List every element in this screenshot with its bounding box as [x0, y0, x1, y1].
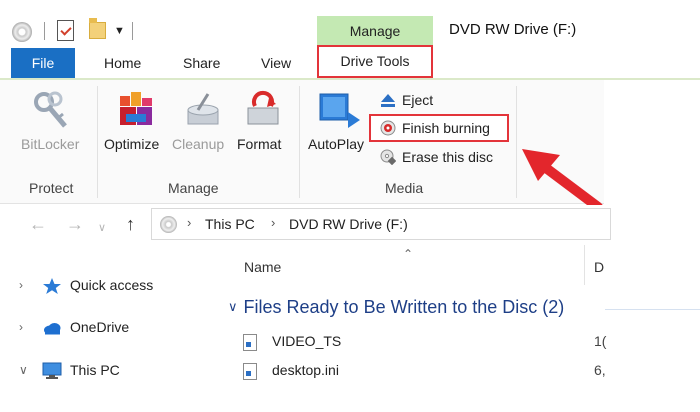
eject-icon	[381, 94, 395, 107]
breadcrumb-this-pc[interactable]: This PC	[205, 216, 255, 232]
tab-home[interactable]: Home	[104, 48, 141, 78]
group-collapse-chevron-icon[interactable]: ∨	[228, 299, 238, 315]
red-arrow-annotation	[522, 149, 603, 212]
recent-locations-chevron-icon[interactable]: ∨	[98, 219, 106, 237]
file-date: 1(	[594, 333, 607, 349]
tab-drive-tools[interactable]: Drive Tools	[317, 45, 433, 78]
list-item[interactable]: VIDEO_TS 1(	[220, 331, 700, 355]
drive-icon	[160, 216, 177, 233]
file-name: VIDEO_TS	[272, 333, 342, 349]
navigation-bar: ← → ∨ ↑ › This PC › DVD RW Drive (F:)	[0, 205, 700, 245]
list-item[interactable]: desktop.ini 6,	[220, 360, 700, 384]
group-header-label: Files Ready to Be Written to the Disc (2…	[243, 297, 565, 317]
qat-separator	[44, 22, 45, 40]
tab-share[interactable]: Share	[183, 48, 220, 78]
up-arrow-icon[interactable]: ↑	[126, 215, 135, 233]
new-folder-icon[interactable]	[89, 18, 106, 39]
erase-disc-label: Erase this disc	[402, 149, 494, 165]
group-manage-label: Manage	[168, 180, 219, 196]
bitlocker-label: BitLocker	[21, 136, 80, 152]
navigation-pane: › Quick access › OneDrive ∨ This PC	[0, 245, 220, 412]
optimize-icon	[120, 92, 152, 125]
group-divider	[97, 86, 98, 198]
finish-burning-label: Finish burning	[402, 120, 490, 136]
nav-item-label: This PC	[70, 362, 120, 378]
forward-arrow-icon[interactable]: →	[66, 215, 84, 233]
nav-item-label: Quick access	[70, 277, 154, 293]
cloud-icon	[44, 323, 61, 335]
autoplay-label: AutoPlay	[308, 136, 365, 152]
format-icon	[247, 90, 279, 125]
cleanup-icon	[187, 93, 219, 125]
breadcrumb-chevron-icon[interactable]: ›	[187, 215, 191, 230]
group-protect-label: Protect	[29, 180, 74, 196]
qat-separator	[132, 22, 133, 40]
group-media-label: Media	[385, 180, 424, 196]
monitor-icon	[42, 362, 62, 379]
nav-item-quick-access[interactable]: › Quick access	[0, 275, 220, 299]
collapse-chevron-icon[interactable]: ∨	[19, 363, 28, 377]
column-header-name[interactable]: Name	[244, 259, 281, 275]
autoplay-button[interactable]	[306, 86, 368, 176]
sort-ascending-icon: ⌃	[403, 247, 414, 261]
file-date: 6,	[594, 362, 606, 378]
title-bar: ▼ Manage DVD RW Drive (F:)	[0, 0, 700, 48]
format-label: Format	[237, 136, 282, 152]
bitlocker-key-icon	[34, 91, 67, 128]
group-divider	[299, 86, 300, 198]
expand-chevron-icon[interactable]: ›	[19, 320, 23, 334]
column-divider[interactable]	[584, 245, 585, 285]
breadcrumb-dvd-drive[interactable]: DVD RW Drive (F:)	[289, 216, 408, 232]
file-name: desktop.ini	[272, 362, 339, 378]
nav-item-this-pc[interactable]: ∨ This PC	[0, 360, 220, 384]
address-bar[interactable]: › This PC › DVD RW Drive (F:)	[151, 208, 611, 240]
star-icon	[43, 278, 61, 294]
expand-chevron-icon[interactable]: ›	[19, 278, 23, 292]
file-list: ⌃ Name D ∨ Files Ready to Be Written to t…	[220, 245, 700, 412]
format-button[interactable]	[236, 86, 290, 176]
file-icon	[243, 334, 257, 351]
manage-context-tab-group: Manage	[317, 16, 433, 48]
group-divider-line	[605, 309, 700, 310]
cleanup-button[interactable]	[172, 86, 234, 176]
group-header[interactable]: ∨ Files Ready to Be Written to the Disc (…	[228, 297, 564, 318]
window-title: DVD RW Drive (F:)	[449, 21, 577, 38]
properties-icon[interactable]	[57, 20, 74, 41]
erase-disc-icon	[380, 149, 396, 165]
qat-customize-dropdown-icon[interactable]: ▼	[114, 25, 125, 37]
back-arrow-icon[interactable]: ←	[29, 215, 47, 233]
burn-disc-icon	[380, 120, 396, 136]
eject-label: Eject	[402, 92, 434, 108]
bitlocker-button[interactable]	[22, 86, 82, 176]
tab-view[interactable]: View	[261, 48, 291, 78]
nav-item-label: OneDrive	[70, 319, 130, 335]
cleanup-label: Cleanup	[172, 136, 225, 152]
disc-icon[interactable]	[12, 22, 32, 42]
file-icon	[243, 363, 257, 380]
optimize-button[interactable]	[104, 86, 166, 176]
column-header-date[interactable]: D	[594, 259, 604, 275]
optimize-label: Optimize	[104, 136, 160, 152]
ribbon-tab-row: File Home Share View Drive Tools	[0, 45, 700, 80]
autoplay-icon	[319, 93, 360, 128]
column-header-row: ⌃ Name D	[220, 245, 605, 285]
nav-item-onedrive[interactable]: › OneDrive	[0, 317, 220, 341]
breadcrumb-chevron-icon[interactable]: ›	[271, 215, 275, 230]
tab-file[interactable]: File	[11, 48, 75, 78]
